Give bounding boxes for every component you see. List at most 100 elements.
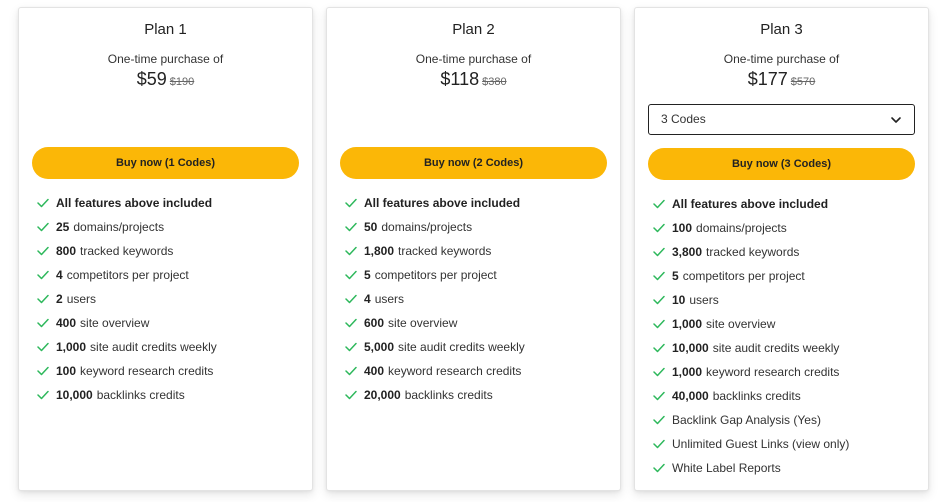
check-icon [37,270,49,280]
chevron-down-icon [891,117,901,123]
price-row: $59 $190 [19,69,312,90]
check-icon [653,199,665,209]
check-icon [653,415,665,425]
plan-card-2: Plan 2 One-time purchase of $118 $380 Buy… [326,7,621,491]
select-value: 3 Codes [661,112,706,126]
check-icon [653,463,665,473]
feature-label: competitors per project [374,268,497,282]
feature-label: site overview [388,316,458,330]
feature-item: 400 keyword research credits [345,359,610,383]
buy-now-button[interactable]: Buy now (3 Codes) [648,148,915,180]
feature-label: backlinks credits [712,389,801,403]
feature-item: All features above included [37,191,302,215]
plan-card-3: Plan 3 One-time purchase of $177 $570 3 C… [634,7,929,491]
feature-label: tracked keywords [80,244,174,258]
feature-label: site audit credits weekly [90,340,217,354]
feature-value: 100 [56,364,77,378]
feature-item: 1,000 site audit credits weekly [37,335,302,359]
feature-value: 800 [56,244,77,258]
plan-title: Plan 2 [452,21,495,38]
check-icon [345,342,357,352]
feature-value: All features above included [672,197,829,211]
check-icon [37,294,49,304]
check-icon [653,439,665,449]
feature-item: 4 competitors per project [37,263,302,287]
feature-label: Backlink Gap Analysis (Yes) [672,413,821,427]
feature-label: site audit credits weekly [398,340,525,354]
feature-item: 40,000 backlinks credits [653,384,918,408]
feature-item: 2 users [37,287,302,311]
old-price: $570 [790,76,816,88]
feature-label: backlinks credits [404,388,493,402]
feature-item: 10 users [653,288,918,312]
feature-label: Unlimited Guest Links (view only) [672,437,850,451]
check-icon [37,198,49,208]
feature-label: users [66,292,97,306]
check-icon [37,222,49,232]
feature-list: All features above included 100 domains/pr… [653,192,918,480]
feature-item: 100 keyword research credits [37,359,302,383]
price: $177 [747,69,788,89]
feature-item: 3,800 tracked keywords [653,240,918,264]
feature-item: Unlimited Guest Links (view only) [653,432,918,456]
feature-value: All features above included [364,196,521,210]
feature-label: competitors per project [66,268,189,282]
feature-item: 800 tracked keywords [37,239,302,263]
feature-item: 10,000 backlinks credits [37,383,302,407]
feature-item: 600 site overview [345,311,610,335]
feature-item: 10,000 site audit credits weekly [653,336,918,360]
feature-value: 1,800 [364,244,395,258]
check-icon [345,246,357,256]
feature-item: 5,000 site audit credits weekly [345,335,610,359]
feature-label: backlinks credits [96,388,185,402]
feature-value: 4 [56,268,63,282]
buy-now-button[interactable]: Buy now (2 Codes) [340,147,607,179]
check-icon [345,198,357,208]
check-icon [653,391,665,401]
plan-title: Plan 1 [144,21,187,38]
feature-label: White Label Reports [672,461,781,475]
feature-value: 4 [364,292,371,306]
feature-item: 50 domains/projects [345,215,610,239]
feature-label: site audit credits weekly [712,341,840,355]
check-icon [37,318,49,328]
buy-now-button[interactable]: Buy now (1 Codes) [32,147,299,179]
check-icon [37,366,49,376]
feature-item: 1,800 tracked keywords [345,239,610,263]
feature-label: site overview [80,316,150,330]
check-icon [345,390,357,400]
feature-label: keyword research credits [706,365,840,379]
feature-item: 1,000 keyword research credits [653,360,918,384]
check-icon [653,319,665,329]
feature-item: 4 users [345,287,610,311]
feature-value: 20,000 [364,388,401,402]
old-price: $190 [169,76,195,88]
feature-list: All features above included 25 domains/pro… [37,191,302,407]
check-icon [345,270,357,280]
price: $59 [136,69,167,89]
check-icon [37,342,49,352]
feature-label: domains/projects [73,220,165,234]
check-icon [653,247,665,257]
check-icon [345,294,357,304]
feature-list: All features above included 50 domains/pro… [345,191,610,407]
feature-value: 10,000 [56,388,93,402]
feature-item: 400 site overview [37,311,302,335]
feature-value: 3,800 [672,245,703,259]
feature-label: site overview [706,317,776,331]
feature-item: 1,000 site overview [653,312,918,336]
plan-subtitle: One-time purchase of [107,52,224,66]
code-quantity-select[interactable]: 3 Codes [648,104,915,135]
feature-item: White Label Reports [653,456,918,480]
feature-item: 5 competitors per project [345,263,610,287]
feature-value: 10 [672,293,686,307]
price-row: $118 $380 [327,69,620,90]
feature-value: 5,000 [364,340,395,354]
feature-label: tracked keywords [706,245,800,259]
feature-value: 400 [364,364,385,378]
feature-label: competitors per project [682,269,805,283]
old-price: $380 [482,76,507,88]
feature-item: All features above included [345,191,610,215]
feature-value: 40,000 [672,389,709,403]
feature-value: 5 [364,268,371,282]
